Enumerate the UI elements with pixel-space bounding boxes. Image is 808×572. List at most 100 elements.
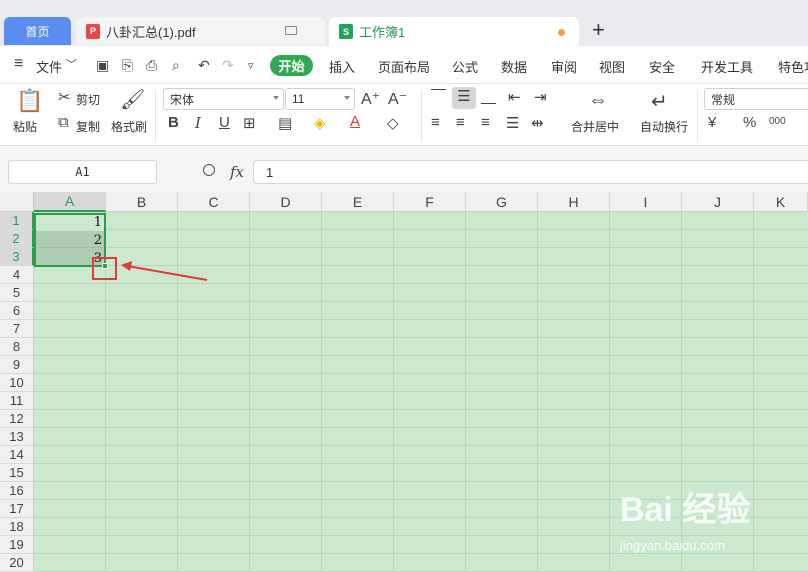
format-painter-icon[interactable]: 🖌 <box>120 87 145 112</box>
tab-home[interactable]: 首页 <box>4 17 71 45</box>
column-header-f[interactable]: F <box>394 192 466 212</box>
row-header-12[interactable]: 12 <box>0 410 34 428</box>
eraser-icon[interactable]: ◇ <box>387 114 399 132</box>
paste-icon[interactable]: 📋 <box>16 88 43 114</box>
zoom-icon[interactable] <box>203 164 215 176</box>
copy-button[interactable]: 复制 <box>76 118 100 135</box>
column-header-k[interactable]: K <box>754 192 808 212</box>
chevron-down-icon[interactable]: ﹀ <box>66 56 77 72</box>
row-header-6[interactable]: 6 <box>0 302 34 320</box>
number-format-select[interactable]: 常规 <box>704 88 808 110</box>
tab-pdf-document[interactable]: P 八卦汇总(1).pdf <box>76 17 325 45</box>
wrap-text-icon[interactable]: ↵ <box>651 89 668 114</box>
row-header-1[interactable]: 1 <box>0 212 34 230</box>
align-top-icon[interactable]: ⎺ <box>431 88 446 105</box>
save-icon[interactable]: ▣ <box>96 57 109 74</box>
decrease-indent-icon[interactable]: ⇤ <box>508 88 521 106</box>
column-header-i[interactable]: I <box>610 192 682 212</box>
fill-style-icon[interactable]: ▤ <box>278 114 292 132</box>
scissors-icon[interactable]: ✂ <box>58 88 71 106</box>
row-header-13[interactable]: 13 <box>0 428 34 446</box>
fx-icon[interactable]: fx <box>230 163 244 181</box>
row-header-19[interactable]: 19 <box>0 536 34 554</box>
menu-data[interactable]: 数据 <box>501 57 527 76</box>
align-left-icon[interactable]: ≡ <box>431 114 440 131</box>
row-header-4[interactable]: 4 <box>0 266 34 284</box>
hamburger-icon[interactable]: ≡ <box>14 55 23 73</box>
row-header-14[interactable]: 14 <box>0 446 34 464</box>
row-header-18[interactable]: 18 <box>0 518 34 536</box>
row-header-8[interactable]: 8 <box>0 338 34 356</box>
row-header-20[interactable]: 20 <box>0 554 34 572</box>
row-header-9[interactable]: 9 <box>0 356 34 374</box>
menu-insert[interactable]: 插入 <box>329 57 355 76</box>
format-painter-button[interactable]: 格式刷 <box>111 118 147 135</box>
row-header-2[interactable]: 2 <box>0 230 34 248</box>
redo-icon[interactable]: ↷ <box>222 57 234 74</box>
formula-input[interactable]: 1 <box>253 160 808 184</box>
column-header-b[interactable]: B <box>106 192 178 212</box>
align-right-icon[interactable]: ≡ <box>481 114 490 131</box>
border-icon[interactable]: ⊞ <box>243 114 256 132</box>
font-size-select[interactable]: 11 <box>285 88 355 110</box>
cut-button[interactable]: 剪切 <box>76 91 100 108</box>
menu-developer-tools[interactable]: 开发工具 <box>701 57 753 76</box>
merge-center-icon[interactable]: ⇔ <box>588 89 608 112</box>
select-all-corner[interactable] <box>0 192 34 212</box>
print-icon[interactable]: ⎙ <box>146 57 157 74</box>
menu-review[interactable]: 审阅 <box>551 57 577 76</box>
align-bottom-icon[interactable]: ⎽ <box>481 88 496 105</box>
row-header-15[interactable]: 15 <box>0 464 34 482</box>
align-center-icon[interactable]: ≡ <box>456 114 465 131</box>
font-color-icon[interactable]: A <box>350 113 360 130</box>
column-header-h[interactable]: H <box>538 192 610 212</box>
row-header-17[interactable]: 17 <box>0 500 34 518</box>
justify-icon[interactable]: ☰ <box>506 114 519 132</box>
undo-icon[interactable]: ↶ <box>198 57 210 74</box>
export-icon[interactable]: ⎘ <box>122 57 133 74</box>
italic-icon[interactable]: I <box>195 114 201 132</box>
menu-special-features[interactable]: 特色功 <box>778 57 808 76</box>
increase-indent-icon[interactable]: ⇥ <box>534 88 547 106</box>
copy-icon[interactable]: ⧉ <box>58 114 69 131</box>
wrap-text-button[interactable]: 自动换行 <box>640 118 688 135</box>
row-header-3[interactable]: 3 <box>0 248 34 266</box>
tab-workbook[interactable]: S 工作簿1 <box>329 17 579 46</box>
bold-icon[interactable]: B <box>168 114 179 131</box>
customize-dropdown-icon[interactable]: ▿ <box>248 59 254 72</box>
menu-security[interactable]: 安全 <box>649 57 675 76</box>
column-header-d[interactable]: D <box>250 192 322 212</box>
distributed-align-icon[interactable]: ⇹ <box>531 114 544 132</box>
row-header-10[interactable]: 10 <box>0 374 34 392</box>
new-tab-button[interactable]: + <box>592 19 605 41</box>
column-header-a[interactable]: A <box>34 192 106 212</box>
menu-start[interactable]: 开始 <box>270 55 313 76</box>
cell-a1[interactable]: 1 <box>34 214 106 232</box>
menu-view[interactable]: 视图 <box>599 57 625 76</box>
monitor-icon[interactable] <box>285 26 297 35</box>
name-box[interactable]: A1 <box>8 160 157 184</box>
thousands-separator-icon[interactable]: 000 <box>769 116 786 127</box>
row-header-5[interactable]: 5 <box>0 284 34 302</box>
row-header-16[interactable]: 16 <box>0 482 34 500</box>
currency-icon[interactable]: ¥ <box>708 114 716 131</box>
row-header-11[interactable]: 11 <box>0 392 34 410</box>
fill-color-icon[interactable]: ◈ <box>314 114 326 132</box>
menu-formulas[interactable]: 公式 <box>452 57 478 76</box>
align-middle-icon[interactable]: ☰ <box>452 87 476 109</box>
increase-font-icon[interactable]: A⁺ <box>361 89 380 109</box>
percent-icon[interactable]: % <box>743 114 756 131</box>
font-name-select[interactable]: 宋体 <box>163 88 284 110</box>
column-header-g[interactable]: G <box>466 192 538 212</box>
paste-button[interactable]: 粘贴 <box>13 118 37 135</box>
row-header-7[interactable]: 7 <box>0 320 34 338</box>
decrease-font-icon[interactable]: A⁻ <box>388 89 407 109</box>
print-preview-icon[interactable]: ⌕ <box>172 57 180 74</box>
column-header-e[interactable]: E <box>322 192 394 212</box>
column-header-j[interactable]: J <box>682 192 754 212</box>
menu-file[interactable]: 文件 <box>36 57 62 76</box>
menu-page-layout[interactable]: 页面布局 <box>378 57 430 76</box>
cell-a2[interactable]: 2 <box>34 232 106 250</box>
underline-icon[interactable]: U <box>219 114 230 131</box>
merge-center-button[interactable]: 合并居中 <box>571 118 619 135</box>
